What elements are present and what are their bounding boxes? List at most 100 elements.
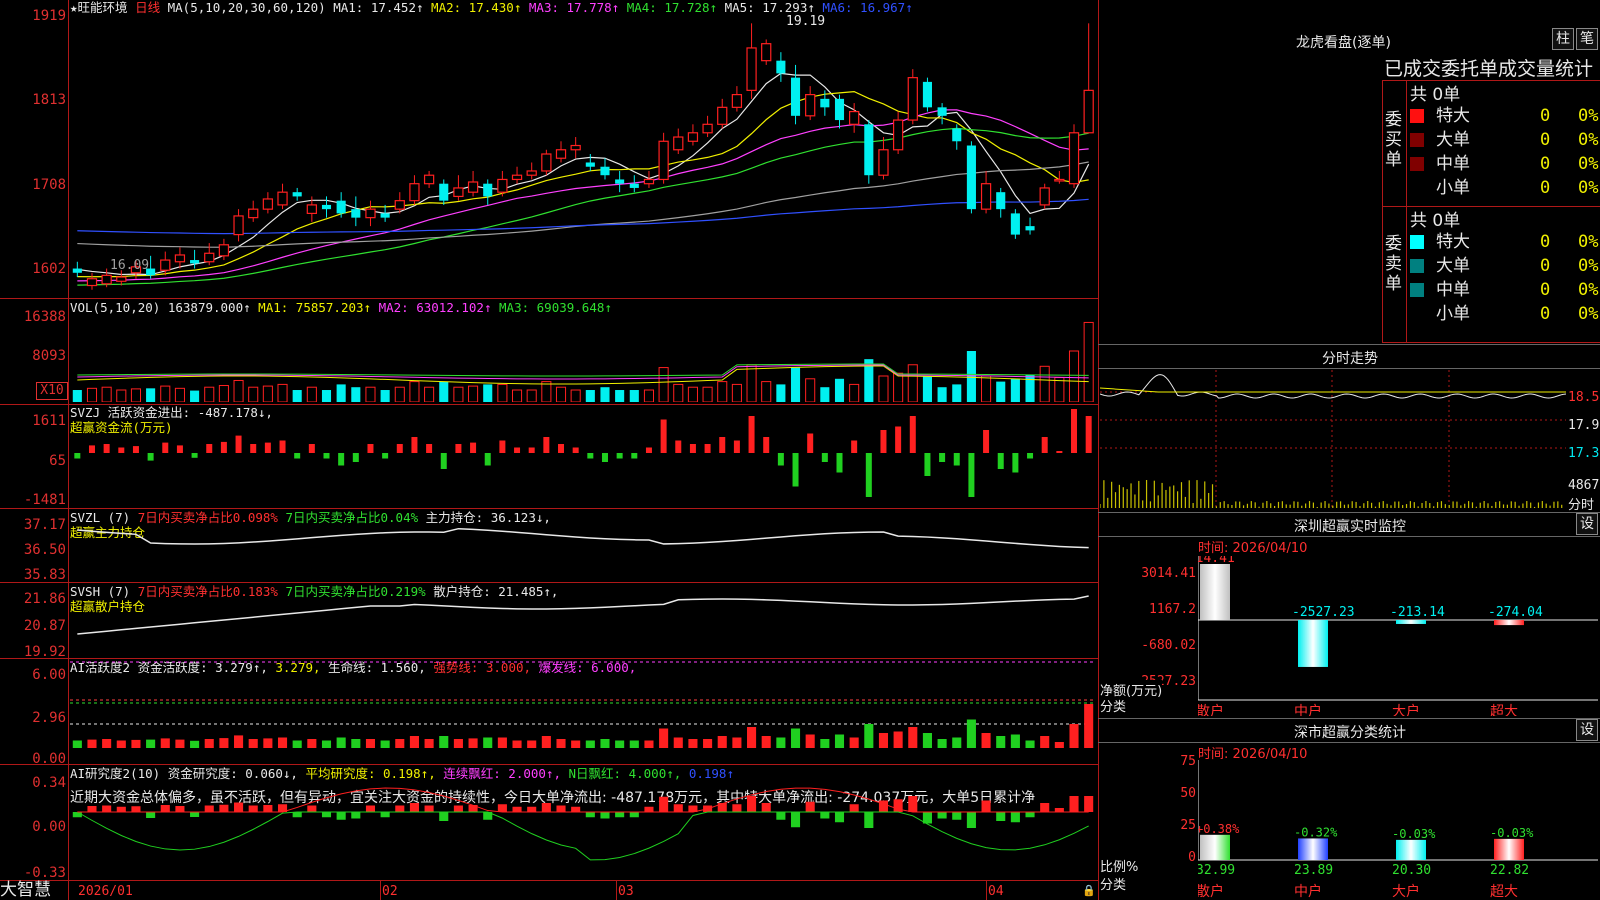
order-row: 特大 0 0%	[1410, 230, 1600, 254]
monitor-bar	[1396, 620, 1426, 624]
intraday-chart[interactable]	[1100, 370, 1566, 510]
flow-bar	[352, 453, 359, 462]
vol-ma3-line	[77, 363, 1089, 377]
fenshi-title: 分时走势	[1322, 351, 1378, 367]
research-bar	[820, 812, 830, 819]
order-percent: 0%	[1578, 304, 1599, 324]
research-bar	[864, 812, 874, 828]
research-bar	[732, 804, 742, 812]
flow-bar	[514, 447, 521, 453]
research-bar	[644, 806, 654, 812]
candle	[409, 183, 420, 202]
activity-bar	[966, 719, 976, 748]
research-bar	[776, 812, 786, 820]
volume-bar	[468, 385, 479, 402]
volume-bar	[116, 389, 127, 402]
monitor-bar-chart[interactable]: 3014.41 散户 -2527.23 中户 -213.14 大户 -274.04 超大	[1198, 556, 1598, 716]
candle	[937, 107, 947, 116]
stock-name[interactable]: 旺能环境	[78, 0, 128, 15]
candlestick-chart[interactable]	[70, 14, 1096, 294]
svsh-chart[interactable]	[70, 584, 1096, 656]
monitor-value-label: -274.04	[1488, 605, 1543, 620]
candle	[570, 144, 581, 151]
star-icon[interactable]: ★	[70, 0, 78, 15]
classify-settings-button[interactable]: 设	[1576, 719, 1598, 741]
research-bar	[175, 806, 185, 812]
tick-mode-button[interactable]: 笔	[1576, 28, 1598, 50]
activity-bar	[1040, 736, 1050, 748]
candle	[160, 259, 171, 271]
y-axis-frame	[68, 0, 69, 900]
svzl-chart[interactable]	[70, 510, 1096, 580]
activity-bar	[483, 737, 493, 748]
svzj-chart[interactable]	[70, 406, 1096, 506]
flow-bar	[191, 453, 198, 458]
volume-bar	[600, 387, 610, 402]
classify-title: 深市超赢分类统计	[1294, 725, 1406, 741]
volume-bar	[262, 385, 273, 402]
volume-bar	[907, 364, 918, 402]
order-percent: 0%	[1578, 154, 1599, 174]
classify-bar	[1396, 839, 1426, 860]
flow-bar	[118, 447, 125, 453]
candle	[453, 187, 464, 198]
brand-logo[interactable]: 大智慧	[0, 881, 51, 899]
flow-bar	[411, 437, 418, 453]
cls-tick: 75	[1180, 754, 1196, 769]
volume-chart[interactable]	[70, 300, 1096, 402]
research-bar	[116, 806, 126, 812]
monitor-settings-button[interactable]: 设	[1576, 513, 1598, 535]
ai1-chart[interactable]	[70, 660, 1096, 762]
research-bar	[307, 805, 317, 812]
order-percent: 0%	[1578, 280, 1599, 300]
period-label[interactable]: 日线	[135, 0, 160, 15]
candle	[585, 162, 595, 167]
candle	[72, 268, 82, 273]
volume-bar	[424, 386, 435, 402]
research-bar	[937, 812, 947, 819]
y-tick: 37.17	[23, 517, 66, 533]
activity-bar	[615, 740, 625, 748]
flow-bar	[88, 445, 95, 453]
classify-bar-chart[interactable]: +0.38% 32.99 散户 -0.32% 23.89 中户 -0.03% 20.30 大户 -…	[1198, 760, 1598, 900]
avg-price-line	[1100, 387, 1566, 393]
research-bar	[673, 804, 683, 812]
activity-bar	[937, 739, 947, 748]
research-bar	[981, 800, 991, 812]
candle	[834, 98, 845, 121]
research-bar	[834, 812, 845, 823]
ma-label[interactable]: MA(5,10,20,30,60,120)	[168, 0, 326, 15]
bar-mode-button[interactable]: 柱	[1552, 28, 1574, 50]
order-row: 中单 0 0%	[1410, 278, 1600, 302]
research-bar	[1010, 812, 1020, 823]
research-bar	[761, 803, 771, 812]
candle	[351, 209, 361, 218]
activity-bar	[190, 740, 200, 748]
monitor-category-label: 大户	[1392, 703, 1420, 716]
order-count: 0	[1540, 304, 1551, 324]
flow-bar	[1071, 409, 1078, 453]
candle	[849, 110, 860, 125]
lhb-title: 龙虎看盘(逐单)	[1296, 35, 1391, 51]
activity-bar	[497, 737, 507, 748]
order-percent: 0%	[1578, 256, 1599, 276]
flow-bar	[382, 453, 389, 459]
vol-unit-badge[interactable]: X10	[36, 382, 68, 400]
flow-bar	[924, 453, 931, 476]
candle	[218, 244, 230, 257]
research-bar	[321, 812, 332, 818]
volume-bar	[483, 384, 493, 402]
volume-bar	[585, 390, 595, 402]
volume-bar	[321, 390, 332, 402]
activity-bar	[365, 739, 376, 748]
lock-icon[interactable]: 🔒	[1082, 884, 1096, 897]
flow-bar	[909, 416, 916, 453]
flow-bar	[660, 419, 667, 453]
flow-bar	[176, 445, 183, 453]
ai2-chart[interactable]	[70, 766, 1096, 878]
y-tick: 65	[49, 453, 66, 469]
candle	[555, 149, 567, 159]
activity-bar	[424, 739, 434, 748]
candle	[600, 166, 610, 176]
research-bar	[292, 812, 302, 818]
